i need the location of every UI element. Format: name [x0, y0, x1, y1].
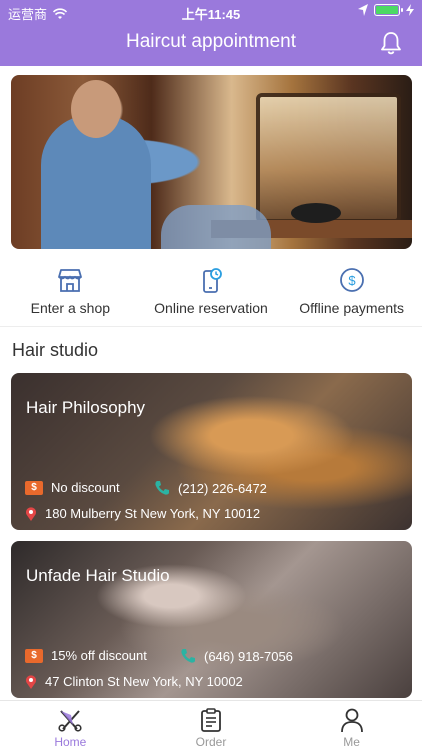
banner-image[interactable]	[11, 75, 412, 249]
studio-address: 47 Clinton St New York, NY 10002	[25, 674, 243, 689]
location-pin-icon	[26, 674, 36, 689]
scissors-icon	[58, 710, 82, 732]
tab-label: Me	[343, 735, 360, 749]
status-bar: 运营商 上午11:45	[0, 0, 422, 22]
studio-phone[interactable]: (646) 918-7056	[180, 648, 293, 664]
tab-order[interactable]: Order	[151, 701, 271, 750]
banner-barber-head	[71, 80, 121, 138]
status-right	[358, 4, 414, 16]
studio-discount: $ 15% off discount	[25, 648, 147, 663]
studio-card[interactable]: Unfade Hair Studio $ 15% off discount (6…	[11, 541, 412, 698]
tab-bar: Home Order Me	[0, 700, 422, 750]
address-text: 180 Mulberry St New York, NY 10012	[45, 506, 261, 521]
battery-icon	[374, 4, 403, 16]
action-label: Enter a shop	[30, 300, 111, 316]
studio-name: Hair Philosophy	[26, 398, 146, 417]
discount-tag-icon: $	[25, 480, 43, 495]
location-icon	[358, 4, 368, 16]
reservation-icon	[203, 268, 222, 293]
discount-text: No discount	[51, 480, 120, 495]
tab-label: Home	[54, 735, 87, 749]
discount-tag-icon: $	[25, 648, 43, 663]
banner-sink	[291, 203, 341, 223]
person-icon	[340, 708, 363, 733]
studio-card[interactable]: Hair Philosophy $ No discount (212) 226-…	[11, 373, 412, 530]
page-title: Haircut appointment	[125, 31, 297, 52]
action-label: Online reservation	[154, 300, 268, 316]
action-label: Offline payments	[299, 300, 405, 316]
shop-icon	[58, 269, 83, 292]
tab-label: Order	[195, 735, 227, 749]
clipboard-icon	[201, 708, 221, 732]
quick-actions: Enter a shop Online reservation $ Offlin…	[0, 262, 422, 322]
studio-phone[interactable]: (212) 226-6472	[154, 480, 267, 496]
location-pin-icon	[26, 506, 36, 521]
phone-text: (646) 918-7056	[204, 648, 293, 664]
phone-icon	[181, 649, 195, 663]
action-enter-shop[interactable]: Enter a shop	[0, 262, 140, 322]
app-header: 运营商 上午11:45 Haircut appointment	[0, 0, 422, 66]
charging-icon	[406, 4, 414, 16]
action-online-reservation[interactable]: Online reservation	[141, 262, 281, 322]
phone-text: (212) 226-6472	[178, 480, 267, 496]
bell-icon[interactable]	[378, 30, 404, 56]
address-text: 47 Clinton St New York, NY 10002	[45, 674, 243, 689]
section-title: Hair studio	[12, 340, 99, 360]
studio-name: Unfade Hair Studio	[26, 566, 170, 585]
banner-customer	[161, 205, 271, 249]
phone-icon	[155, 481, 169, 495]
svg-text:$: $	[348, 273, 356, 288]
payment-icon: $	[339, 268, 364, 292]
discount-text: 15% off discount	[51, 648, 147, 663]
divider	[0, 326, 422, 327]
tab-me[interactable]: Me	[292, 701, 412, 750]
tab-home[interactable]: Home	[10, 701, 130, 750]
action-offline-payments[interactable]: $ Offline payments	[282, 262, 422, 322]
studio-discount: $ No discount	[25, 480, 120, 495]
studio-address: 180 Mulberry St New York, NY 10012	[25, 506, 260, 521]
